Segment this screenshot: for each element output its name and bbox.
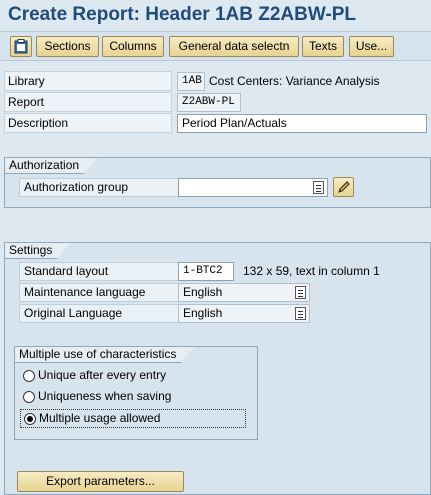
settings-group: Settings Standard layout 1-BTC2 132 x 59… <box>4 242 431 495</box>
standard-layout-field[interactable]: 1-BTC2 <box>178 262 234 281</box>
multiple-use-group: Multiple use of characteristics Unique a… <box>14 346 258 440</box>
general-data-selection-button[interactable]: General data selectn <box>169 36 299 57</box>
report-label: Report <box>4 92 172 112</box>
title-bar: Create Report: Header 1AB Z2ABW-PL <box>0 0 431 30</box>
dropdown-icon[interactable] <box>295 286 306 299</box>
settings-title: Settings <box>4 242 72 259</box>
standard-layout-label: Standard layout <box>19 262 181 281</box>
radio-button-selected[interactable] <box>24 413 36 425</box>
export-parameters-button[interactable]: Export parameters... <box>17 471 184 492</box>
authorization-title: Authorization <box>4 157 99 174</box>
multiple-use-title: Multiple use of characteristics <box>14 346 196 363</box>
use-button[interactable]: Use... <box>349 36 394 57</box>
edit-authorization-button[interactable] <box>333 177 354 197</box>
authorization-group: Authorization Authorization group <box>4 157 431 208</box>
option-multiple-usage-allowed[interactable]: Multiple usage allowed <box>20 409 246 428</box>
authorization-group-field[interactable] <box>178 178 328 197</box>
report-field[interactable]: Z2ABW-PL <box>177 93 241 112</box>
application-toolbar: Sections Columns General data selectn Te… <box>0 31 431 61</box>
value-help-icon[interactable] <box>313 181 324 194</box>
maintenance-language-value: English <box>183 285 223 299</box>
option-label: Uniqueness when saving <box>38 389 172 403</box>
clipboard-button[interactable] <box>10 36 32 57</box>
texts-button[interactable]: Texts <box>302 36 344 57</box>
original-language-dropdown[interactable]: English <box>178 304 310 323</box>
authorization-group-label: Authorization group <box>19 178 181 197</box>
page-title: Create Report: Header 1AB Z2ABW-PL <box>8 4 357 25</box>
columns-button[interactable]: Columns <box>102 36 164 57</box>
dropdown-icon[interactable] <box>295 307 306 320</box>
maintenance-language-label: Maintenance language <box>19 283 181 302</box>
pencil-icon <box>338 181 350 193</box>
radio-button[interactable] <box>23 370 35 382</box>
option-unique-after-entry[interactable]: Unique after every entry <box>20 367 246 386</box>
library-description: Cost Centers: Variance Analysis <box>209 74 380 88</box>
radio-button[interactable] <box>23 391 35 403</box>
library-field[interactable]: 1AB <box>177 72 205 91</box>
maintenance-language-dropdown[interactable]: English <box>178 283 310 302</box>
original-language-label: Original Language <box>19 304 181 323</box>
library-label: Library <box>4 71 172 91</box>
option-label: Multiple usage allowed <box>39 411 161 425</box>
standard-layout-info: 132 x 59, text in column 1 <box>243 264 380 278</box>
clipboard-icon <box>14 39 28 54</box>
option-label: Unique after every entry <box>38 368 167 382</box>
option-uniqueness-when-saving[interactable]: Uniqueness when saving <box>20 388 246 407</box>
original-language-value: English <box>183 306 223 320</box>
sections-button[interactable]: Sections <box>36 36 99 57</box>
description-field[interactable]: Period Plan/Actuals <box>177 114 427 133</box>
description-label: Description <box>4 113 172 133</box>
